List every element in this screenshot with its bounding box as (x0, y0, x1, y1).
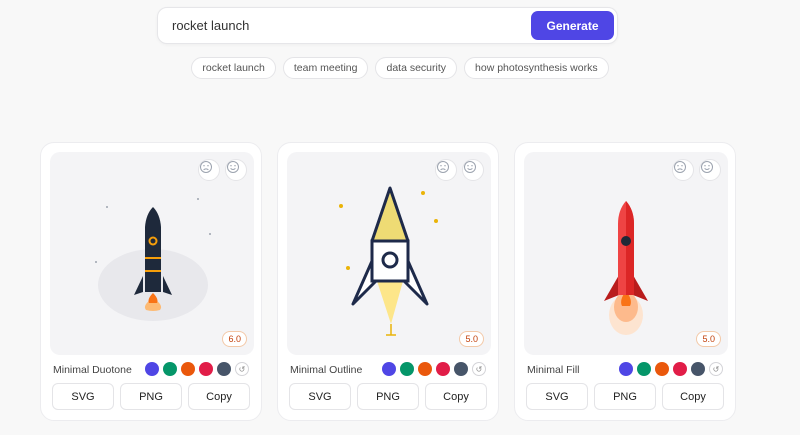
score-badge: 6.0 (222, 331, 247, 347)
action-buttons: SVG PNG Copy (289, 383, 487, 410)
download-svg-button[interactable]: SVG (289, 383, 351, 410)
copy-button[interactable]: Copy (662, 383, 724, 410)
icon-card: 5.0 Minimal Fill ↺ SVG PNG Copy (514, 142, 736, 421)
generate-button[interactable]: Generate (531, 11, 614, 40)
action-buttons: SVG PNG Copy (52, 383, 250, 410)
suggestion-chip[interactable]: rocket launch (191, 57, 276, 79)
thumbs-up-icon[interactable] (699, 159, 721, 181)
thumbs-down-icon[interactable] (198, 159, 220, 181)
color-swatch[interactable] (181, 362, 195, 376)
color-swatch[interactable] (637, 362, 651, 376)
search-input[interactable] (172, 8, 522, 43)
color-swatch[interactable] (436, 362, 450, 376)
icon-preview: 6.0 (50, 152, 254, 355)
download-png-button[interactable]: PNG (357, 383, 419, 410)
download-png-button[interactable]: PNG (120, 383, 182, 410)
score-badge: 5.0 (459, 331, 484, 347)
color-swatch[interactable] (619, 362, 633, 376)
style-name: Minimal Fill (527, 364, 580, 376)
reset-icon[interactable]: ↺ (235, 362, 249, 376)
rocket-outline-icon (339, 186, 438, 336)
color-swatch[interactable] (454, 362, 468, 376)
copy-button[interactable]: Copy (425, 383, 487, 410)
suggestion-chip[interactable]: how photosynthesis works (464, 57, 609, 79)
color-swatch[interactable] (145, 362, 159, 376)
icon-card: 5.0 Minimal Outline ↺ SVG PNG Copy (277, 142, 499, 421)
color-swatch[interactable] (163, 362, 177, 376)
icon-preview: 5.0 (287, 152, 491, 355)
rocket-duotone-icon (95, 198, 211, 321)
color-swatches: ↺ (382, 362, 486, 376)
style-name: Minimal Outline (290, 364, 363, 376)
suggestion-chips: rocket launch team meeting data security… (0, 57, 800, 79)
style-name: Minimal Duotone (53, 364, 132, 376)
search-bar: Generate (157, 7, 618, 44)
color-swatches: ↺ (145, 362, 249, 376)
color-swatch[interactable] (691, 362, 705, 376)
download-svg-button[interactable]: SVG (526, 383, 588, 410)
download-svg-button[interactable]: SVG (52, 383, 114, 410)
thumbs-down-icon[interactable] (435, 159, 457, 181)
reset-icon[interactable]: ↺ (709, 362, 723, 376)
score-badge: 5.0 (696, 331, 721, 347)
color-swatch[interactable] (655, 362, 669, 376)
color-swatch[interactable] (418, 362, 432, 376)
color-swatches: ↺ (619, 362, 723, 376)
icon-card: 6.0 Minimal Duotone ↺ SVG PNG Copy (40, 142, 262, 421)
color-swatch[interactable] (400, 362, 414, 376)
download-png-button[interactable]: PNG (594, 383, 656, 410)
thumbs-up-icon[interactable] (462, 159, 484, 181)
icon-preview: 5.0 (524, 152, 728, 355)
thumbs-down-icon[interactable] (672, 159, 694, 181)
color-swatch[interactable] (673, 362, 687, 376)
copy-button[interactable]: Copy (188, 383, 250, 410)
color-swatch[interactable] (382, 362, 396, 376)
suggestion-chip[interactable]: data security (375, 57, 458, 79)
suggestion-chip[interactable]: team meeting (282, 57, 369, 79)
action-buttons: SVG PNG Copy (526, 383, 724, 410)
thumbs-up-icon[interactable] (225, 159, 247, 181)
color-swatch[interactable] (217, 362, 231, 376)
rocket-fill-icon (604, 201, 648, 335)
reset-icon[interactable]: ↺ (472, 362, 486, 376)
color-swatch[interactable] (199, 362, 213, 376)
